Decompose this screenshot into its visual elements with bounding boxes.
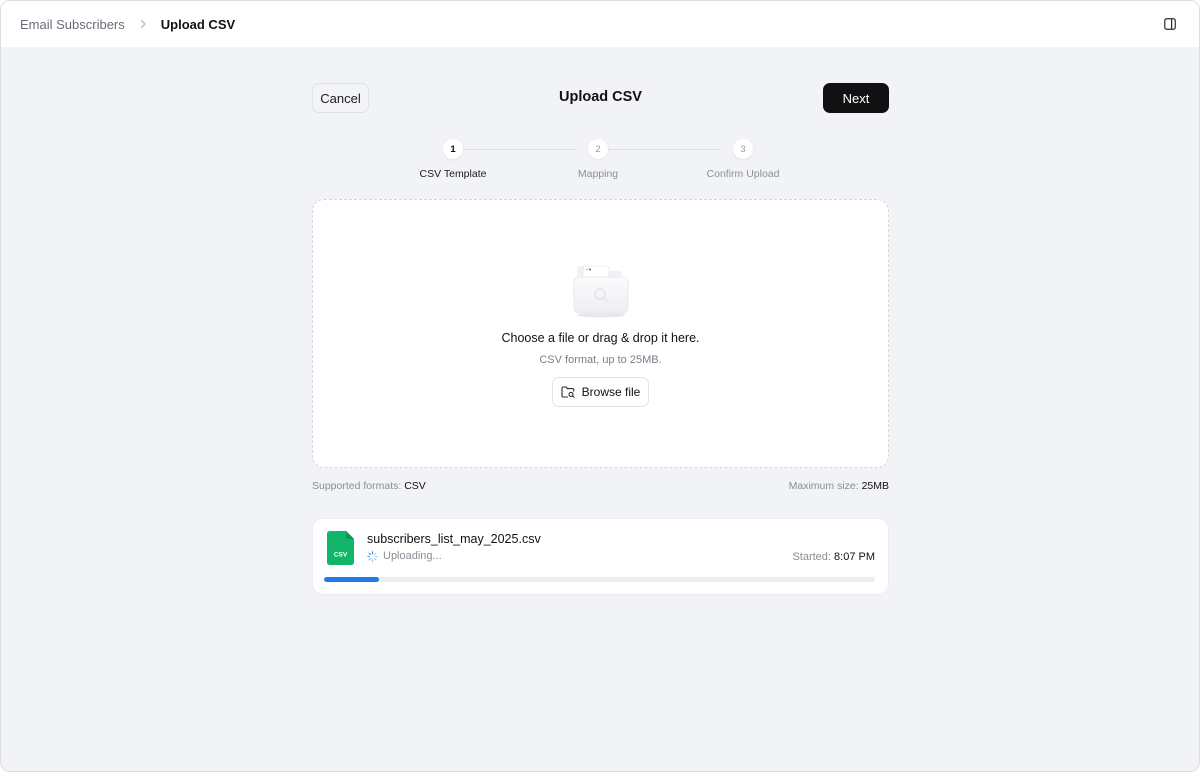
file-name: subscribers_list_may_2025.csv xyxy=(367,532,541,546)
started-label: Started: xyxy=(792,551,831,563)
upload-progress-fill xyxy=(324,577,380,582)
stepper: 1 CSV Template 2 Mapping 3 Confirm Uploa… xyxy=(312,139,889,199)
step-label: CSV Template xyxy=(419,168,487,180)
breadcrumb-current: Upload CSV xyxy=(160,16,236,32)
upload-file-card: CSV subscribers_list_may_2025.csv Upload… xyxy=(312,518,889,595)
browse-file-button[interactable]: Browse file xyxy=(552,377,649,407)
supported-formats: Supported formats: CSV xyxy=(312,480,426,492)
folder-search-icon xyxy=(561,386,575,398)
spinner-icon xyxy=(367,550,378,562)
sidebar-panel-icon[interactable] xyxy=(1163,17,1177,31)
upload-container: Cancel Upload CSV Next 1 CSV Template 2 … xyxy=(312,83,889,595)
csv-file-icon: CSV xyxy=(327,531,354,565)
upload-status: Uploading... xyxy=(367,550,442,562)
upload-limits: Supported formats: CSV Maximum size: 25M… xyxy=(312,480,889,492)
next-button[interactable]: Next xyxy=(823,83,889,113)
step-label: Confirm Upload xyxy=(706,168,780,180)
maximum-size-label: Maximum size: xyxy=(788,480,859,492)
step-confirm-upload[interactable]: 3 Confirm Upload xyxy=(683,139,803,180)
upload-started: Started: 8:07 PM xyxy=(792,551,875,563)
step-number: 3 xyxy=(733,139,753,159)
step-mapping[interactable]: 2 Mapping xyxy=(538,139,658,180)
top-bar: Email Subscribers Upload CSV xyxy=(1,1,1199,47)
step-number: 1 xyxy=(443,139,463,159)
folder-illustration xyxy=(571,263,631,319)
upload-status-text: Uploading... xyxy=(383,550,442,562)
dropzone-subtitle: CSV format, up to 25MB. xyxy=(539,354,662,366)
breadcrumb-email-subscribers[interactable]: Email Subscribers xyxy=(20,17,125,32)
upload-progress-bar xyxy=(324,577,875,582)
step-label: Mapping xyxy=(577,168,619,180)
file-dropzone[interactable]: Choose a file or drag & drop it here. CS… xyxy=(312,199,889,468)
header-row: Cancel Upload CSV Next xyxy=(312,83,889,113)
started-time: 8:07 PM xyxy=(834,551,875,563)
maximum-size: Maximum size: 25MB xyxy=(789,480,889,492)
browse-file-label: Browse file xyxy=(581,385,641,399)
file-type-label: CSV xyxy=(334,552,348,559)
step-number: 2 xyxy=(588,139,608,159)
supported-formats-value: CSV xyxy=(404,480,426,492)
chevron-right-icon xyxy=(140,19,147,29)
app-window: Email Subscribers Upload CSV Cancel Uplo… xyxy=(0,0,1200,772)
dropzone-title: Choose a file or drag & drop it here. xyxy=(501,331,700,345)
page-title: Upload CSV xyxy=(559,89,642,105)
step-csv-template[interactable]: 1 CSV Template xyxy=(393,139,513,180)
maximum-size-value: 25MB xyxy=(861,480,889,492)
supported-formats-label: Supported formats: xyxy=(312,480,402,492)
